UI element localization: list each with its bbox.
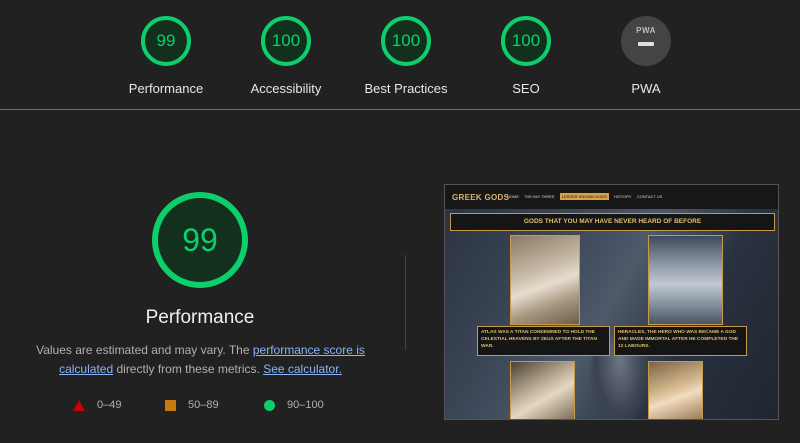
performance-title: Performance: [145, 307, 255, 328]
legend-pass: 90–100: [264, 399, 324, 411]
god-image-3: [510, 361, 575, 419]
pwa-badge-icon: PWA: [621, 16, 671, 66]
legend-fail: 0–49: [73, 399, 121, 411]
circle-icon: [264, 399, 275, 411]
god-image-4: [648, 361, 703, 419]
category-gauges: 99 Performance 100 Accessibility 100 Bes…: [0, 0, 800, 110]
heracles-caption: HERACLES, THE HERO WHO WAS BECAME A GOD …: [614, 326, 747, 356]
gauge-score: 100: [381, 16, 431, 66]
square-icon: [165, 399, 176, 411]
screenshot-navbar: GREEK GODS HOME THE BIG THREE LESSER KNO…: [445, 185, 778, 209]
gauge-label: PWA: [631, 81, 661, 96]
screenshot-banner: GODS THAT YOU MAY HAVE NEVER HEARD OF BE…: [450, 213, 775, 231]
atlas-caption: ATLAS WAS A TITAN CONDEMNED TO HOLD THE …: [477, 326, 610, 356]
gauge-label: Performance: [128, 81, 204, 96]
vertical-separator: [405, 255, 406, 350]
screenshot-nav-item: HISTORY: [614, 194, 632, 199]
gauge-score: 100: [501, 16, 551, 66]
screenshot-nav-item: THE BIG THREE: [524, 194, 555, 199]
calculator-link[interactable]: See calculator.: [263, 362, 342, 376]
gauge-accessibility[interactable]: 100 Accessibility: [226, 16, 346, 96]
pwa-badge-text: PWA: [636, 26, 656, 35]
screenshot-nav: HOME THE BIG THREE LESSER KNOWN GODS HIS…: [507, 193, 666, 200]
performance-score-gauge: 99: [152, 192, 248, 288]
legend-fail-label: 0–49: [97, 399, 122, 411]
section-divider: [0, 109, 800, 110]
gauge-score: 100: [261, 16, 311, 66]
atlas-image: [510, 235, 580, 325]
gauge-pwa[interactable]: PWA PWA: [586, 16, 706, 96]
legend-average-label: 50–89: [188, 399, 219, 411]
screenshot-logo: GREEK GODS: [452, 193, 510, 202]
heracles-image: [648, 235, 723, 325]
gauge-label: SEO: [512, 81, 540, 96]
triangle-icon: [73, 399, 85, 411]
gauge-label: Best Practices: [364, 81, 448, 96]
gauge-performance[interactable]: 99 Performance: [106, 16, 226, 96]
performance-description: Values are estimated and may vary. The p…: [28, 341, 373, 379]
gauge-score: 99: [141, 16, 191, 66]
desc-text: Values are estimated and may vary. The: [36, 343, 253, 357]
screenshot-nav-item-active: LESSER KNOWN GODS: [559, 193, 609, 200]
legend-average: 50–89: [165, 399, 219, 411]
gauge-label: Accessibility: [250, 81, 322, 96]
screenshot-nav-item: HOME: [507, 194, 519, 199]
screenshot-nav-item: CONTACT US: [636, 194, 663, 199]
gauge-best-practices[interactable]: 100 Best Practices: [346, 16, 466, 96]
desc-text: directly from these metrics.: [113, 362, 264, 376]
pwa-dash-icon: [638, 42, 654, 46]
gauge-seo[interactable]: 100 SEO: [466, 16, 586, 96]
final-screenshot[interactable]: GREEK GODS HOME THE BIG THREE LESSER KNO…: [444, 184, 779, 420]
legend-pass-label: 90–100: [287, 399, 324, 411]
